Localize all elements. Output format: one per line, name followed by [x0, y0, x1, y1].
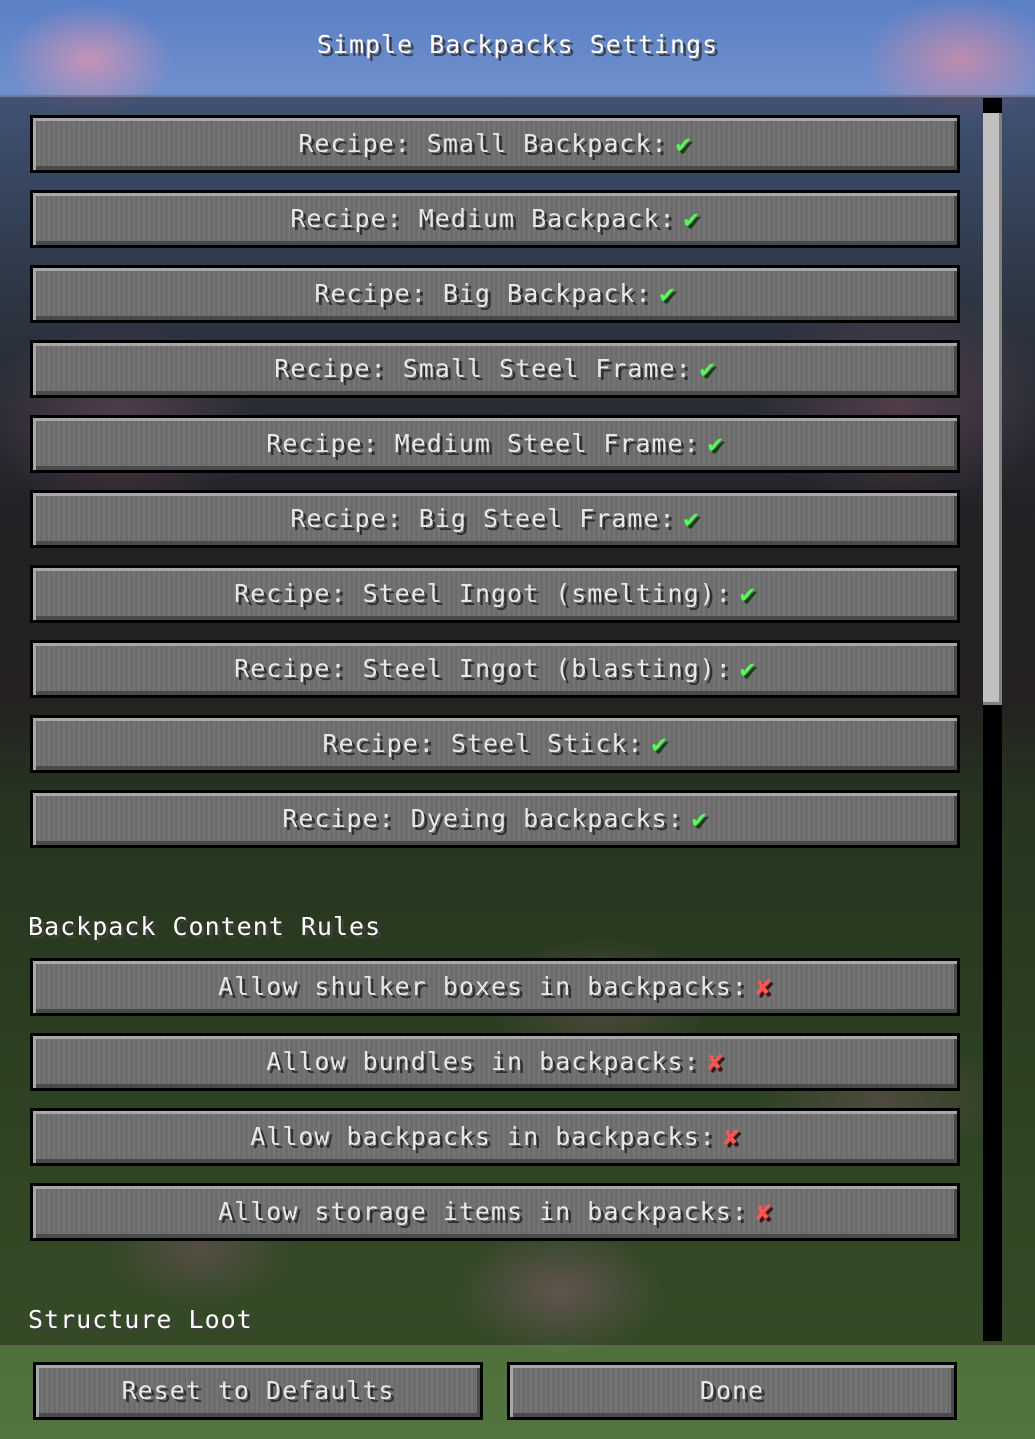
check-icon: ✔ [699, 354, 716, 383]
reset-to-defaults-button[interactable]: Reset to Defaults [33, 1362, 483, 1420]
toggle-recipe-big-steel-frame[interactable]: Recipe: Big Steel Frame: ✔ [30, 490, 960, 548]
toggle-allow-shulker-boxes[interactable]: Allow shulker boxes in backpacks: ✘ [30, 958, 960, 1016]
check-icon: ✔ [651, 729, 668, 758]
check-icon: ✔ [683, 204, 700, 233]
toggle-allow-bundles[interactable]: Allow bundles in backpacks: ✘ [30, 1033, 960, 1091]
toggle-recipe-small-backpack[interactable]: Recipe: Small Backpack: ✔ [30, 115, 960, 173]
section-heading-structure-loot: Structure Loot [28, 1305, 253, 1334]
screen-title: Simple Backpacks Settings [316, 30, 719, 59]
check-icon: ✔ [707, 429, 724, 458]
toggle-recipe-medium-backpack[interactable]: Recipe: Medium Backpack: ✔ [30, 190, 960, 248]
scrollbar-thumb[interactable] [983, 113, 1002, 705]
toggle-label: Recipe: Steel Ingot (blasting): [234, 654, 732, 683]
toggle-label: Allow storage items in backpacks: [218, 1197, 748, 1226]
check-icon: ✔ [739, 579, 756, 608]
toggle-label: Recipe: Small Steel Frame: [274, 354, 692, 383]
toggle-label: Recipe: Dyeing backpacks: [282, 804, 684, 833]
toggle-recipe-steel-ingot-smelting[interactable]: Recipe: Steel Ingot (smelting): ✔ [30, 565, 960, 623]
check-icon: ✔ [691, 804, 708, 833]
toggle-recipe-small-steel-frame[interactable]: Recipe: Small Steel Frame: ✔ [30, 340, 960, 398]
toggle-recipe-steel-ingot-blasting[interactable]: Recipe: Steel Ingot (blasting): ✔ [30, 640, 960, 698]
section-heading-content-rules: Backpack Content Rules [28, 912, 382, 941]
toggle-recipe-dyeing-backpacks[interactable]: Recipe: Dyeing backpacks: ✔ [30, 790, 960, 848]
toggle-recipe-steel-stick[interactable]: Recipe: Steel Stick: ✔ [30, 715, 960, 773]
toggle-label: Recipe: Medium Backpack: [290, 204, 676, 233]
check-icon: ✔ [675, 129, 692, 158]
toggle-label: Recipe: Big Backpack: [314, 279, 652, 308]
toggle-label: Recipe: Small Backpack: [298, 129, 668, 158]
toggle-recipe-big-backpack[interactable]: Recipe: Big Backpack: ✔ [30, 265, 960, 323]
check-icon: ✔ [683, 504, 700, 533]
toggle-allow-storage-items[interactable]: Allow storage items in backpacks: ✘ [30, 1183, 960, 1241]
toggle-label: Allow backpacks in backpacks: [250, 1122, 716, 1151]
toggle-label: Recipe: Big Steel Frame: [290, 504, 676, 533]
cross-icon: ✘ [723, 1122, 740, 1151]
cross-icon: ✘ [707, 1047, 724, 1076]
done-button[interactable]: Done [507, 1362, 957, 1420]
toggle-label: Recipe: Steel Ingot (smelting): [234, 579, 732, 608]
cross-icon: ✘ [755, 972, 772, 1001]
toggle-label: Recipe: Medium Steel Frame: [266, 429, 700, 458]
check-icon: ✔ [659, 279, 676, 308]
toggle-allow-backpacks[interactable]: Allow backpacks in backpacks: ✘ [30, 1108, 960, 1166]
toggle-label: Allow bundles in backpacks: [266, 1047, 700, 1076]
toggle-label: Recipe: Steel Stick: [322, 729, 644, 758]
toggle-recipe-medium-steel-frame[interactable]: Recipe: Medium Steel Frame: ✔ [30, 415, 960, 473]
toggle-label: Allow shulker boxes in backpacks: [218, 972, 748, 1001]
check-icon: ✔ [739, 654, 756, 683]
cross-icon: ✘ [755, 1197, 772, 1226]
